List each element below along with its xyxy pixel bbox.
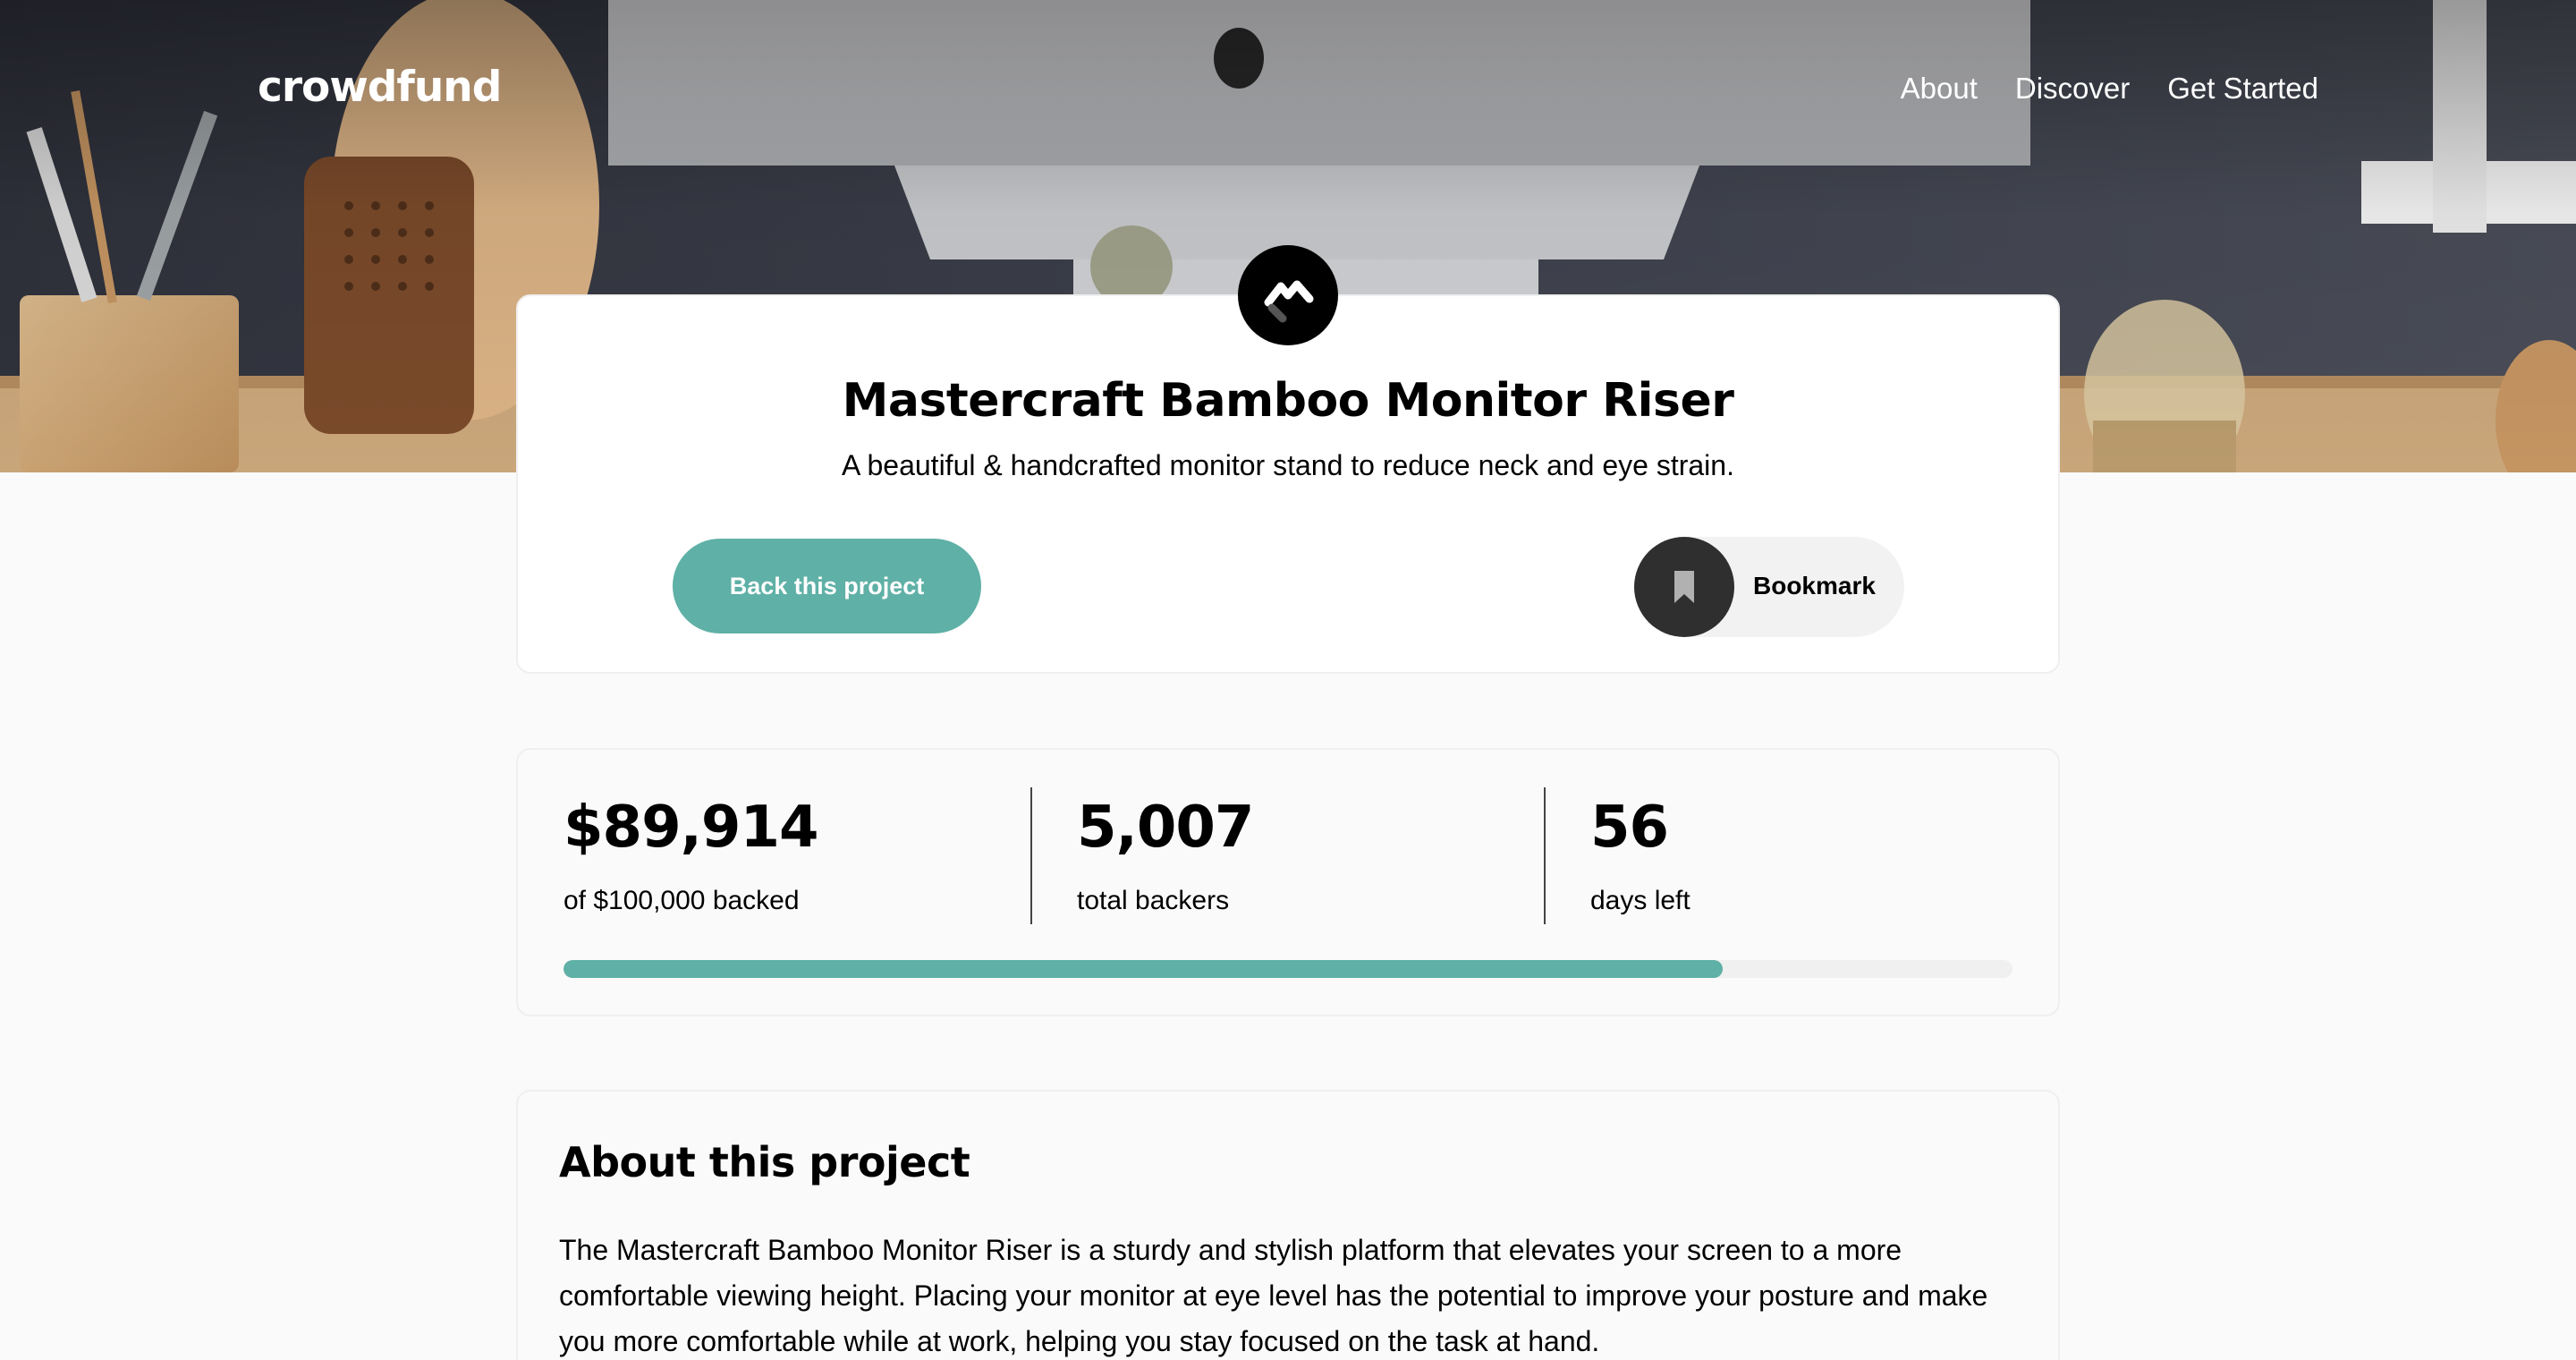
bookmark-button[interactable]: Bookmark xyxy=(1634,537,1904,637)
bookmark-label: Bookmark xyxy=(1753,572,1876,599)
top-nav: About Discover Get Started xyxy=(1901,72,2318,106)
bookmark-icon xyxy=(1634,537,1734,637)
page: crowdfund About Discover Get Started Mas… xyxy=(0,0,2576,1360)
nav-get-started-link[interactable]: Get Started xyxy=(2167,72,2318,106)
stat-backed-value: $89,914 xyxy=(564,795,818,861)
about-text: The Mastercraft Bamboo Monitor Riser is … xyxy=(559,1234,1988,1357)
about-title: About this project xyxy=(559,1138,970,1186)
nav-about-link[interactable]: About xyxy=(1901,72,1978,106)
brand-logo[interactable]: crowdfund xyxy=(258,63,502,112)
stat-divider xyxy=(1030,787,1032,924)
project-title: Mastercraft Bamboo Monitor Riser xyxy=(842,374,1734,428)
nav-discover-link[interactable]: Discover xyxy=(2015,72,2130,106)
stat-backers-label: total backers xyxy=(1077,886,1230,915)
stat-days-label: days left xyxy=(1590,886,1690,915)
project-tagline: A beautiful & handcrafted monitor stand … xyxy=(842,449,1734,481)
funding-progress-bar xyxy=(564,960,2012,978)
funding-progress-fill xyxy=(564,960,1723,978)
stat-divider xyxy=(1544,787,1546,924)
stat-backers-value: 5,007 xyxy=(1077,795,1254,861)
stat-backed-label: of $100,000 backed xyxy=(564,886,800,915)
stat-days-value: 56 xyxy=(1590,795,1669,861)
back-project-button[interactable]: Back this project xyxy=(673,539,981,633)
mastercraft-logo-icon xyxy=(1238,245,1338,345)
